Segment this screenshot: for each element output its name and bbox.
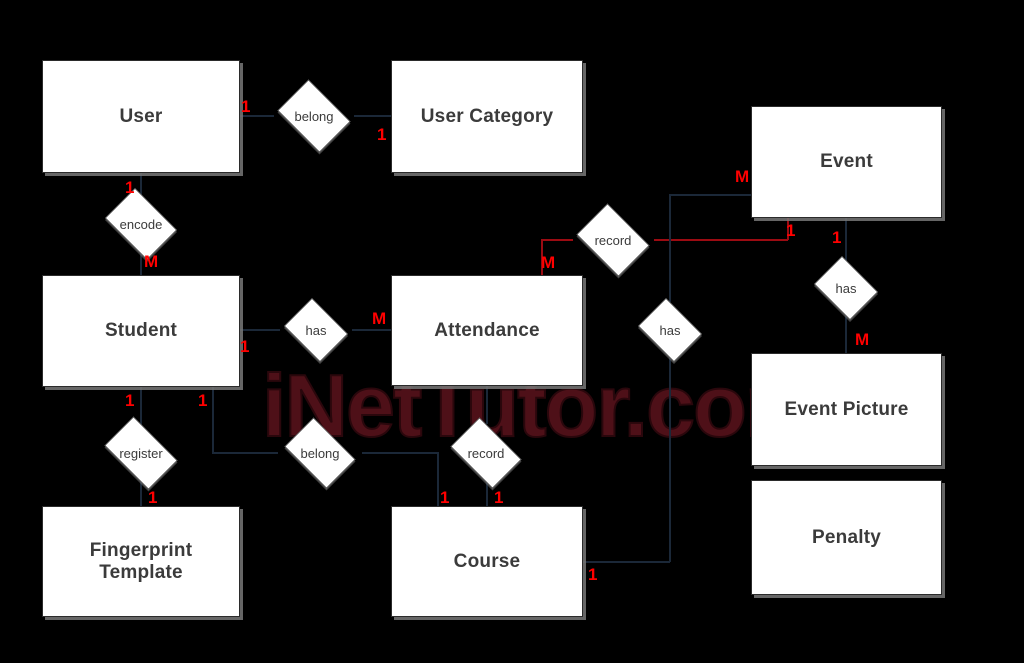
relationship-encode-user-student[interactable]: encode	[99, 188, 183, 260]
entity-label: User Category	[420, 105, 554, 127]
connector-belong-down-to-course	[437, 452, 439, 506]
relationship-belong-user-usercategory[interactable]: belong	[272, 79, 356, 153]
relationship-has-event-eventpicture[interactable]: has	[810, 256, 882, 320]
cardinality-student-right: 1	[240, 337, 250, 356]
entity-user[interactable]: User	[42, 60, 240, 173]
entity-label: User	[119, 105, 163, 127]
cardinality-event-left: M	[735, 167, 750, 186]
entity-label: Attendance	[434, 319, 540, 341]
connector-belong-to-course-h	[362, 452, 438, 454]
connector-record-to-course	[486, 481, 488, 506]
relationship-label: record	[594, 232, 632, 248]
cardinality-attendance-bottom: M	[541, 253, 556, 272]
cardinality-user-right: 1	[241, 97, 251, 116]
entity-student[interactable]: Student	[42, 275, 240, 387]
relationship-label: encode	[119, 216, 163, 232]
connector-record-left-segment	[541, 239, 573, 241]
entity-label: Penalty	[812, 526, 881, 548]
connector-encode-to-student	[140, 253, 142, 275]
cardinality-event-bottom-right: 1	[832, 228, 842, 247]
connector-has-to-event-horizontal	[669, 194, 751, 196]
relationship-register-student-fingerprint[interactable]: register	[97, 416, 185, 490]
er-diagram-canvas: iNetTutor.com User User Category Event S…	[0, 0, 1024, 663]
cardinality-attendance-left: M	[372, 309, 387, 328]
entity-label: Fingerprint Template	[89, 539, 193, 583]
entity-user-category[interactable]: User Category	[391, 60, 583, 173]
connector-register-to-fingerprint	[140, 481, 142, 506]
relationship-has-student-attendance[interactable]: has	[280, 298, 352, 362]
relationship-has-course-event[interactable]: has	[634, 298, 706, 362]
cardinality-course-top-left: 1	[440, 488, 450, 507]
relationship-record-attendance-course[interactable]: record	[444, 417, 528, 489]
connector-student-to-has	[240, 329, 280, 331]
entity-event[interactable]: Event	[751, 106, 942, 218]
cardinality-event-bottom-left: 1	[786, 221, 796, 240]
connector-record-right-segment	[654, 239, 788, 241]
connector-event-to-has-picture	[845, 218, 847, 262]
entity-label: Student	[104, 320, 178, 342]
cardinality-usercategory-left: 1	[377, 125, 387, 144]
cardinality-course-top-right: 1	[494, 488, 504, 507]
connector-belong-to-usercategory	[354, 115, 391, 117]
cardinality-course-right: 1	[588, 565, 598, 584]
cardinality-user-bottom: 1	[125, 178, 135, 197]
connector-user-to-encode	[140, 173, 142, 195]
cardinality-student-top: M	[144, 252, 159, 271]
entity-label: Event Picture	[784, 398, 909, 420]
entity-label: Event	[820, 151, 873, 173]
entity-course[interactable]: Course	[391, 506, 583, 617]
relationship-label: belong	[300, 445, 340, 461]
connector-student-belong-horizontal	[212, 452, 278, 454]
relationship-label: record	[467, 445, 505, 461]
connector-student-down-to-belong	[212, 387, 214, 452]
relationship-label: has	[305, 322, 327, 338]
entity-penalty[interactable]: Penalty	[751, 480, 942, 595]
connector-student-to-register	[140, 387, 142, 425]
connector-has-to-eventpicture	[845, 314, 847, 353]
entity-event-picture[interactable]: Event Picture	[751, 353, 942, 466]
connector-course-right-out	[583, 561, 670, 563]
entity-label: Course	[453, 550, 521, 572]
relationship-label: register	[119, 445, 163, 461]
connector-has-to-event-vertical	[669, 195, 671, 302]
connector-course-has-vertical-lower	[669, 358, 671, 562]
relationship-belong-student-course[interactable]: belong	[278, 417, 362, 489]
relationship-record-attendance-event[interactable]: record	[571, 203, 655, 277]
relationship-label: belong	[294, 108, 334, 124]
connector-attendance-to-record-course	[486, 386, 488, 424]
entity-attendance[interactable]: Attendance	[391, 275, 583, 386]
cardinality-student-bottom-left: 1	[125, 391, 135, 410]
relationship-label: has	[835, 280, 857, 296]
entity-fingerprint-template[interactable]: Fingerprint Template	[42, 506, 240, 617]
relationship-label: has	[659, 322, 681, 338]
cardinality-fingerprint-top: 1	[148, 488, 158, 507]
cardinality-eventpicture-top: M	[855, 330, 870, 349]
connector-has-to-attendance	[352, 329, 391, 331]
cardinality-student-bottom-right: 1	[198, 391, 208, 410]
